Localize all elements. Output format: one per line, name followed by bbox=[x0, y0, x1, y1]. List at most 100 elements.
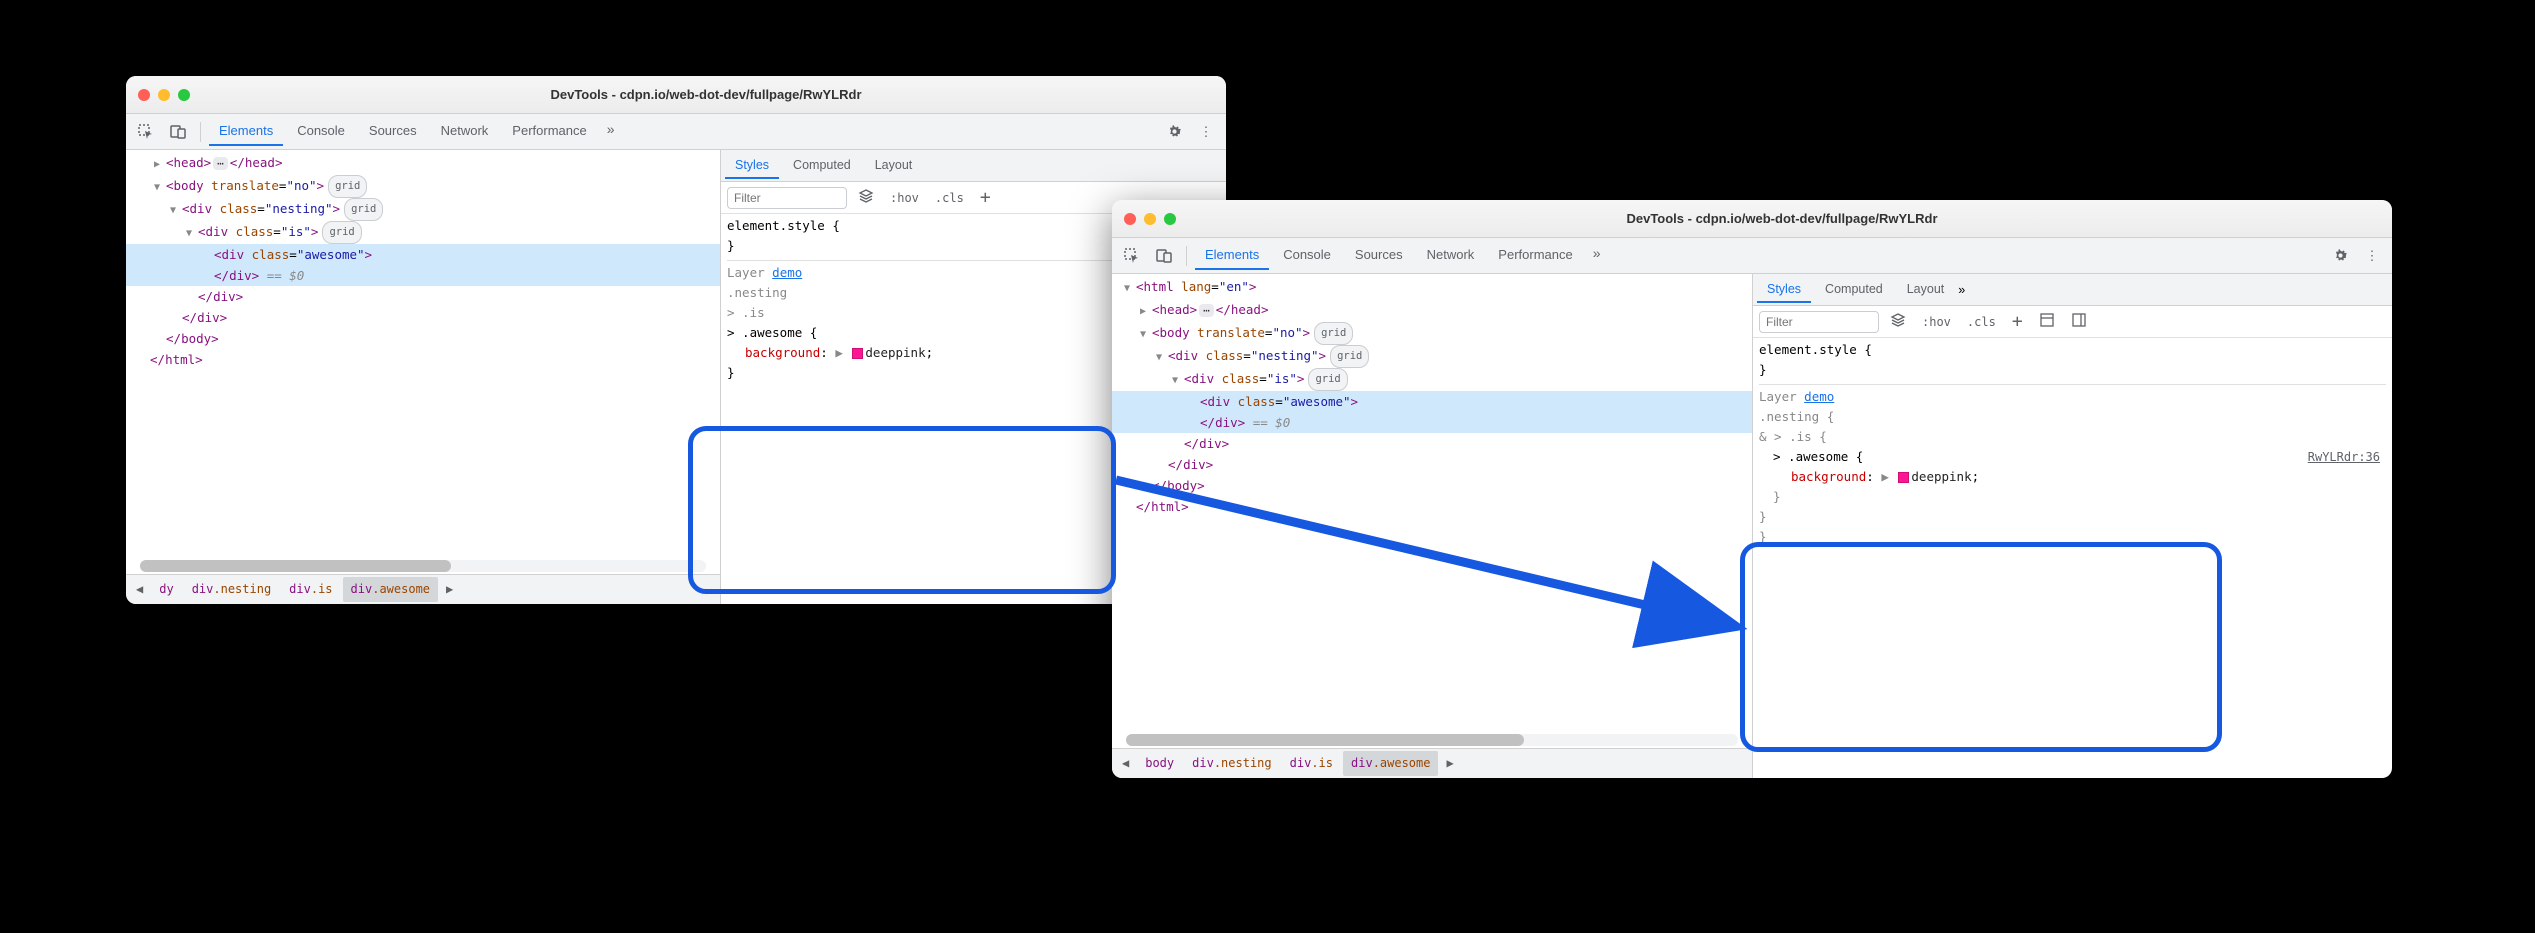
breadcrumb-body[interactable]: body bbox=[1137, 751, 1182, 776]
new-rule-button[interactable]: + bbox=[975, 189, 996, 207]
minimize-icon[interactable] bbox=[1144, 213, 1156, 225]
dom-div-nesting[interactable]: ▼<div class="nesting">grid bbox=[1112, 345, 1752, 368]
grid-badge[interactable]: grid bbox=[322, 221, 361, 244]
tabs-overflow-icon[interactable]: » bbox=[1587, 241, 1607, 270]
dom-tree[interactable]: ▶<head>⋯</head> ▼<body translate="no">gr… bbox=[126, 150, 720, 560]
computed-toggle-icon[interactable] bbox=[2034, 310, 2060, 333]
zoom-icon[interactable] bbox=[178, 89, 190, 101]
breadcrumb-awesome[interactable]: div.awesome bbox=[1343, 751, 1438, 776]
grid-badge[interactable]: grid bbox=[1308, 368, 1347, 391]
close-icon[interactable] bbox=[1124, 213, 1136, 225]
grid-badge[interactable]: grid bbox=[1314, 322, 1353, 345]
tab-network[interactable]: Network bbox=[431, 117, 499, 146]
layers-icon[interactable] bbox=[853, 186, 879, 209]
kebab-menu-icon[interactable]: ⋮ bbox=[2358, 242, 2386, 270]
dom-div-awesome-close[interactable]: </div> == $0 bbox=[126, 265, 720, 286]
dom-html-close[interactable]: </html> bbox=[126, 349, 720, 370]
tab-styles[interactable]: Styles bbox=[1757, 277, 1811, 303]
layer-link[interactable]: demo bbox=[772, 265, 802, 280]
dom-head[interactable]: ▶<head>⋯</head> bbox=[126, 152, 720, 175]
tab-elements[interactable]: Elements bbox=[1195, 241, 1269, 270]
css-declaration[interactable]: background: ▶ deeppink; bbox=[1759, 467, 2386, 487]
breadcrumb-body[interactable]: dy bbox=[151, 577, 181, 602]
inspect-icon[interactable] bbox=[132, 118, 160, 146]
dom-div-nesting[interactable]: ▼<div class="nesting">grid bbox=[126, 198, 720, 221]
device-toggle-icon[interactable] bbox=[164, 118, 192, 146]
tab-sources[interactable]: Sources bbox=[359, 117, 427, 146]
tab-layout[interactable]: Layout bbox=[1897, 277, 1955, 303]
dom-body[interactable]: ▼<body translate="no">grid bbox=[126, 175, 720, 198]
selector-awesome[interactable]: > .awesome { bbox=[1759, 447, 2386, 467]
tab-layout[interactable]: Layout bbox=[865, 153, 923, 179]
cls-button[interactable]: .cls bbox=[930, 189, 969, 207]
panel-tabs: Elements Console Sources Network Perform… bbox=[209, 117, 621, 146]
dom-div-nesting-close[interactable]: </div> bbox=[126, 307, 720, 328]
breadcrumb-prev-icon[interactable]: ◀ bbox=[1116, 753, 1135, 774]
tab-elements[interactable]: Elements bbox=[209, 117, 283, 146]
filter-input[interactable] bbox=[727, 187, 847, 209]
tabs-overflow-icon[interactable]: » bbox=[601, 117, 621, 146]
hov-button[interactable]: :hov bbox=[1917, 313, 1956, 331]
horizontal-scrollbar[interactable] bbox=[1126, 734, 1738, 746]
tab-sources[interactable]: Sources bbox=[1345, 241, 1413, 270]
dom-html[interactable]: ▼<html lang="en"> bbox=[1112, 276, 1752, 299]
styles-body[interactable]: element.style { } Layer demo RwYLRdr:36 … bbox=[1753, 338, 2392, 549]
inspect-icon[interactable] bbox=[1118, 242, 1146, 270]
dom-div-is[interactable]: ▼<div class="is">grid bbox=[126, 221, 720, 244]
color-swatch-icon[interactable] bbox=[852, 348, 863, 359]
layer-link[interactable]: demo bbox=[1804, 389, 1834, 404]
dom-div-awesome[interactable]: <div class="awesome"> bbox=[126, 244, 720, 265]
source-link[interactable]: RwYLRdr:36 bbox=[2308, 447, 2380, 467]
hov-button[interactable]: :hov bbox=[885, 189, 924, 207]
breadcrumb-prev-icon[interactable]: ◀ bbox=[130, 579, 149, 600]
cls-button[interactable]: .cls bbox=[1962, 313, 2001, 331]
settings-icon[interactable] bbox=[1160, 118, 1188, 146]
dom-div-nesting-close[interactable]: </div> bbox=[1112, 454, 1752, 475]
close-icon[interactable] bbox=[138, 89, 150, 101]
breadcrumb-next-icon[interactable]: ▶ bbox=[440, 579, 459, 600]
dom-div-awesome-close[interactable]: </div> == $0 bbox=[1112, 412, 1752, 433]
device-toggle-icon[interactable] bbox=[1150, 242, 1178, 270]
dom-div-is-close[interactable]: </div> bbox=[1112, 433, 1752, 454]
grid-badge[interactable]: grid bbox=[328, 175, 367, 198]
horizontal-scrollbar[interactable] bbox=[140, 560, 706, 572]
dom-html-close[interactable]: </html> bbox=[1112, 496, 1752, 517]
dom-div-is-close[interactable]: </div> bbox=[126, 286, 720, 307]
tab-console[interactable]: Console bbox=[287, 117, 355, 146]
dom-div-awesome[interactable]: <div class="awesome"> bbox=[1112, 391, 1752, 412]
dom-head[interactable]: ▶<head>⋯</head> bbox=[1112, 299, 1752, 322]
breadcrumb-is[interactable]: div.is bbox=[1282, 751, 1341, 776]
grid-badge[interactable]: grid bbox=[1330, 345, 1369, 368]
breadcrumb-awesome[interactable]: div.awesome bbox=[343, 577, 438, 602]
sidebar-toggle-icon[interactable] bbox=[2066, 310, 2092, 333]
tab-computed[interactable]: Computed bbox=[783, 153, 861, 179]
dom-tree[interactable]: ▼<html lang="en"> ▶<head>⋯</head> ▼<body… bbox=[1112, 274, 1752, 734]
dom-body-close[interactable]: </body> bbox=[1112, 475, 1752, 496]
breadcrumb-nesting[interactable]: div.nesting bbox=[184, 577, 279, 602]
selector-is[interactable]: & > .is { bbox=[1759, 427, 2386, 447]
layers-icon[interactable] bbox=[1885, 310, 1911, 333]
zoom-icon[interactable] bbox=[1164, 213, 1176, 225]
breadcrumb-nesting[interactable]: div.nesting bbox=[1184, 751, 1279, 776]
tab-performance[interactable]: Performance bbox=[502, 117, 596, 146]
tab-console[interactable]: Console bbox=[1273, 241, 1341, 270]
tab-performance[interactable]: Performance bbox=[1488, 241, 1582, 270]
breadcrumb-is[interactable]: div.is bbox=[281, 577, 340, 602]
kebab-menu-icon[interactable]: ⋮ bbox=[1192, 118, 1220, 146]
tab-styles[interactable]: Styles bbox=[725, 153, 779, 179]
dom-body-close[interactable]: </body> bbox=[126, 328, 720, 349]
tab-computed[interactable]: Computed bbox=[1815, 277, 1893, 303]
selector-nesting[interactable]: .nesting { bbox=[1759, 407, 2386, 427]
dom-body[interactable]: ▼<body translate="no">grid bbox=[1112, 322, 1752, 345]
filter-input[interactable] bbox=[1759, 311, 1879, 333]
color-swatch-icon[interactable] bbox=[1898, 472, 1909, 483]
new-rule-button[interactable]: + bbox=[2007, 313, 2028, 331]
dom-div-is[interactable]: ▼<div class="is">grid bbox=[1112, 368, 1752, 391]
settings-icon[interactable] bbox=[2326, 242, 2354, 270]
tab-network[interactable]: Network bbox=[1417, 241, 1485, 270]
element-style-rule[interactable]: element.style { bbox=[1759, 340, 2386, 360]
minimize-icon[interactable] bbox=[158, 89, 170, 101]
grid-badge[interactable]: grid bbox=[344, 198, 383, 221]
styles-tabs-overflow-icon[interactable]: » bbox=[1958, 283, 1965, 297]
breadcrumb-next-icon[interactable]: ▶ bbox=[1440, 753, 1459, 774]
